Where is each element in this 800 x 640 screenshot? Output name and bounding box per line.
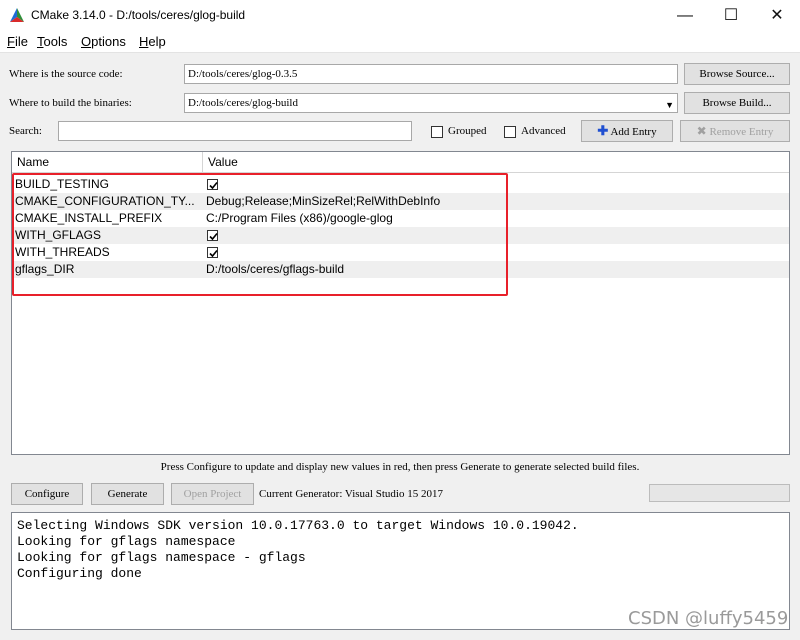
open-project-button[interactable]: Open Project — [171, 483, 254, 505]
advanced-checkbox[interactable] — [504, 126, 516, 138]
current-generator: Current Generator: Visual Studio 15 2017 — [259, 488, 443, 500]
table-header: Name Value — [12, 152, 789, 173]
window-title: CMake 3.14.0 - D:/tools/ceres/glog-build — [31, 8, 246, 22]
column-header-value[interactable]: Value — [203, 152, 789, 173]
browse-build-button[interactable]: Browse Build... — [684, 92, 790, 114]
minimize-button[interactable]: — — [662, 0, 708, 31]
browse-source-button[interactable]: Browse Source... — [684, 63, 790, 85]
source-label: Where is the source code: — [9, 68, 123, 80]
log-line: Configuring done — [17, 566, 142, 581]
remove-entry-button[interactable]: ✖ Remove Entry — [680, 120, 790, 142]
title-bar[interactable]: CMake 3.14.0 - D:/tools/ceres/glog-build… — [0, 0, 800, 31]
cmake-logo-icon — [9, 7, 25, 23]
generate-button[interactable]: Generate — [91, 483, 164, 505]
menu-tools[interactable]: Tools — [37, 34, 67, 49]
grouped-label: Grouped — [448, 125, 487, 137]
menu-file[interactable]: File — [7, 34, 28, 49]
plus-icon: ✚ — [597, 123, 609, 138]
chevron-down-icon[interactable]: ▼ — [665, 98, 674, 112]
build-combobox[interactable]: D:/tools/ceres/glog-build ▼ — [184, 93, 678, 113]
log-line: Looking for gflags namespace — [17, 534, 236, 549]
maximize-button[interactable]: ☐ — [708, 0, 754, 31]
progress-bar — [649, 484, 790, 502]
search-label: Search: — [9, 125, 42, 137]
advanced-label: Advanced — [521, 125, 566, 137]
watermark: CSDN @luffy5459 — [628, 608, 789, 629]
remove-icon: ✖ — [696, 124, 707, 138]
menu-options[interactable]: Options — [81, 34, 126, 49]
highlight-box — [12, 173, 508, 296]
status-message: Press Configure to update and display ne… — [160, 461, 640, 473]
search-input[interactable] — [58, 121, 412, 141]
menu-help[interactable]: Help — [139, 34, 166, 49]
column-header-name[interactable]: Name — [12, 152, 203, 173]
build-label: Where to build the binaries: — [9, 97, 132, 109]
configure-button[interactable]: Configure — [11, 483, 83, 505]
menu-bar: File Tools Options Help — [0, 31, 800, 53]
log-line: Selecting Windows SDK version 10.0.17763… — [17, 518, 579, 533]
close-button[interactable]: ✕ — [754, 0, 800, 31]
add-entry-button[interactable]: ✚ Add Entry — [581, 120, 673, 142]
grouped-checkbox[interactable] — [431, 126, 443, 138]
source-input[interactable]: D:/tools/ceres/glog-0.3.5 — [184, 64, 678, 84]
log-line: Looking for gflags namespace - gflags — [17, 550, 306, 565]
build-value: D:/tools/ceres/glog-build — [188, 97, 298, 109]
